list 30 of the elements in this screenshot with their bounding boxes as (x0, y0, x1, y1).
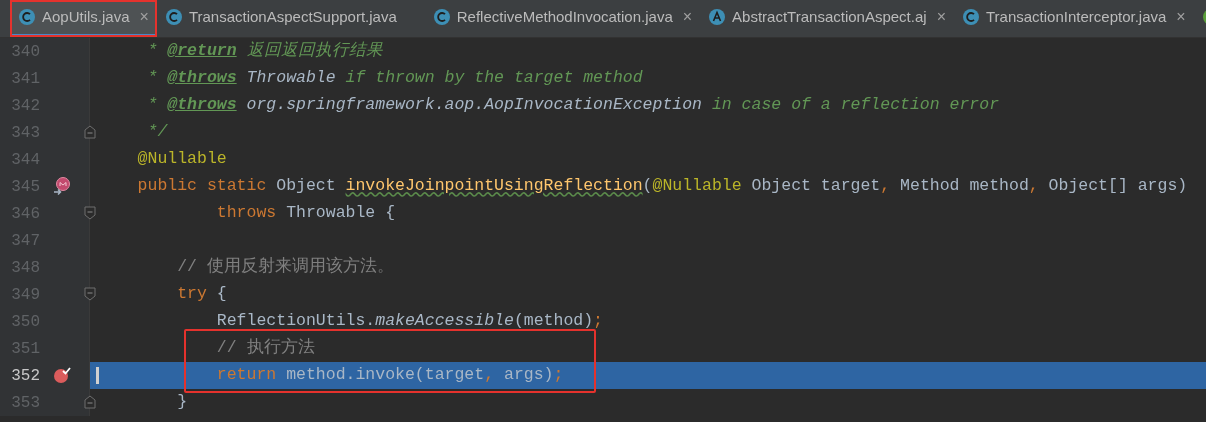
code-line: public static Object invokeJoinpointUsingReflection(@Nullable Object target, Method method, Object[] args) (136, 175, 1188, 198)
code-line: * @return 返回返回执行结果 (146, 40, 383, 63)
editor-tab[interactable]: AopUtils.java × (10, 0, 157, 37)
override-marker-icon[interactable] (52, 176, 72, 196)
text-caret (96, 367, 99, 384)
code-line: // 使用反射来调用该方法。 (176, 255, 394, 279)
code-line: return method.invoke(target, args); (215, 364, 564, 387)
code-line: // 执行方法 (215, 337, 315, 360)
code-line: } (176, 391, 188, 414)
close-tab-button[interactable]: × (682, 5, 693, 29)
editor-tab[interactable]: ReflectiveMethodInvocation.java × (424, 0, 701, 37)
code-line: @Nullable (136, 148, 227, 171)
code-line: * @throws Throwable if thrown by the target method (146, 67, 643, 90)
editor-tab[interactable]: AbstractTransactionAspect.aj × (700, 0, 954, 37)
fold-marker-icon[interactable] (84, 287, 96, 301)
code-line: ReflectionUtils.makeAccessible(method); (215, 310, 603, 333)
editor-tab[interactable]: TransactionAspectSupport.java (156, 0, 425, 37)
code-line: * @throws org.springframework.aop.AopInvocationException in case of a reflection error (146, 94, 1000, 117)
fold-marker-icon[interactable] (84, 395, 96, 409)
line-number: 352 (10, 365, 40, 387)
close-tab-button[interactable]: × (936, 5, 946, 29)
code-line: throws Throwable { (215, 202, 396, 225)
breakpoint-icon[interactable] (52, 365, 72, 385)
fold-marker-icon[interactable] (84, 125, 96, 139)
fold-marker-icon[interactable] (84, 206, 96, 220)
close-tab-button[interactable]: × (139, 5, 149, 29)
editor-tab[interactable]: TransactionInterceptor.java × (953, 0, 1194, 37)
code-line: */ (146, 121, 168, 144)
code-line: try { (176, 283, 227, 306)
close-tab-button[interactable]: × (1176, 5, 1186, 29)
